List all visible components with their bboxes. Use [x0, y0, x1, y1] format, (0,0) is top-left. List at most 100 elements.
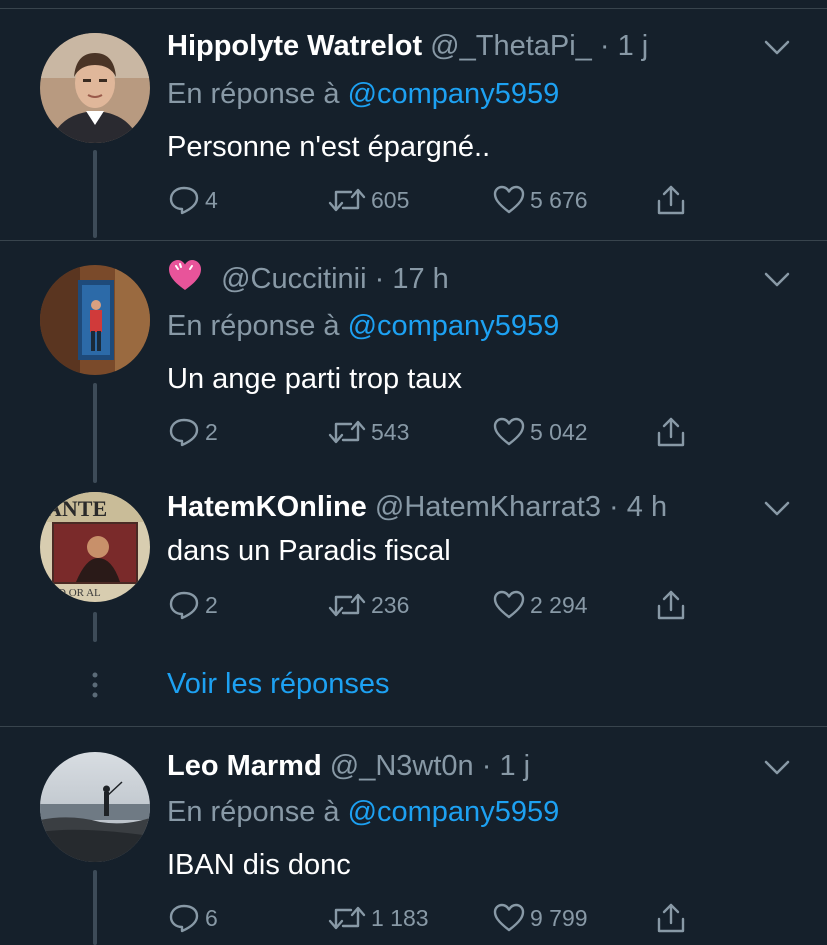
chevron-down-icon[interactable] — [762, 270, 792, 290]
tweet-text: dans un Paradis fiscal — [167, 535, 451, 567]
tweet-actions: 4 605 5 676 — [167, 183, 707, 217]
separator-dot: · — [481, 750, 492, 782]
timestamp[interactable]: 4 h — [627, 491, 667, 523]
retweet-icon — [328, 188, 366, 212]
share-icon — [657, 903, 685, 933]
reply-context: En réponse à @company5959 — [167, 74, 559, 114]
like-button[interactable]: 5 042 — [492, 415, 588, 449]
reply-prefix: En réponse à — [167, 78, 340, 110]
user-handle[interactable]: @Cuccitinii — [221, 263, 366, 295]
more-dots-icon — [92, 672, 98, 698]
thread-line — [93, 612, 97, 642]
separator-dot: · — [599, 30, 610, 62]
tweet-header: Hippolyte Watrelot @_ThetaPi_ · 1 j — [167, 26, 648, 66]
retweet-button[interactable]: 543 — [327, 415, 409, 449]
reply-context: En réponse à @company5959 — [167, 792, 559, 832]
tweet-text: IBAN dis donc — [167, 849, 351, 881]
timestamp[interactable]: 17 h — [392, 263, 448, 295]
retweet-button[interactable]: 605 — [327, 183, 409, 217]
tweet-text: Un ange parti trop taux — [167, 363, 463, 395]
like-count: 9 799 — [530, 904, 588, 931]
like-button[interactable]: 5 676 — [492, 183, 588, 217]
share-icon — [657, 590, 685, 620]
timestamp[interactable]: 1 j — [499, 750, 530, 782]
reply-icon — [169, 186, 199, 215]
share-button[interactable] — [654, 415, 692, 449]
mention-link[interactable]: @company5959 — [348, 796, 560, 828]
retweet-count: 236 — [371, 591, 410, 618]
tweet-actions: 2 543 5 042 — [167, 415, 707, 449]
retweet-icon — [328, 420, 366, 444]
tweet-divider — [0, 240, 827, 241]
reply-icon — [169, 591, 199, 620]
like-count: 5 676 — [530, 186, 588, 213]
svg-text:ANTE: ANTE — [46, 496, 107, 521]
tweet-actions: 2 236 2 294 — [167, 588, 707, 622]
thread-line — [93, 383, 97, 483]
mention-link[interactable]: @company5959 — [348, 310, 560, 342]
reply-button[interactable]: 2 — [167, 588, 218, 622]
reply-prefix: En réponse à — [167, 796, 340, 828]
display-name[interactable]: Leo Marmd — [167, 750, 322, 782]
share-button[interactable] — [654, 183, 692, 217]
like-button[interactable]: 9 799 — [492, 901, 588, 935]
retweet-count: 543 — [371, 418, 410, 445]
tweet-text: Personne n'est épargné.. — [167, 131, 491, 163]
user-handle[interactable]: @HatemKharrat3 — [375, 491, 601, 523]
thread-line — [93, 870, 97, 945]
chevron-down-icon[interactable] — [762, 499, 792, 519]
heart-icon — [493, 903, 525, 932]
heart-icon — [493, 185, 525, 214]
display-name[interactable]: Hippolyte Watrelot — [167, 30, 422, 62]
reply-count: 2 — [205, 418, 218, 445]
avatar[interactable]: ANTE D OR AL — [40, 492, 150, 602]
retweet-button[interactable]: 236 — [327, 588, 409, 622]
tweet-header: Leo Marmd @_N3wt0n · 1 j — [167, 746, 530, 786]
heart-icon — [493, 590, 525, 619]
separator-dot: · — [374, 263, 385, 296]
like-button[interactable]: 2 294 — [492, 588, 588, 622]
reply-icon — [169, 904, 199, 933]
user-handle[interactable]: @_ThetaPi_ — [430, 30, 592, 62]
heart-emoji-icon — [167, 258, 203, 303]
thread-line — [93, 150, 97, 238]
like-count: 2 294 — [530, 591, 588, 618]
show-replies-link[interactable]: Voir les réponses — [167, 664, 389, 704]
retweet-count: 605 — [371, 186, 410, 213]
tweet-header: @Cuccitinii · 17 h — [167, 258, 449, 298]
retweet-icon — [328, 593, 366, 617]
like-count: 5 042 — [530, 418, 588, 445]
timestamp[interactable]: 1 j — [618, 30, 649, 62]
reply-count: 4 — [205, 186, 218, 213]
share-icon — [657, 185, 685, 215]
share-button[interactable] — [654, 588, 692, 622]
user-handle[interactable]: @_N3wt0n — [330, 750, 474, 782]
tweet-header: HatemKOnline @HatemKharrat3 · 4 h — [167, 487, 667, 527]
reply-button[interactable]: 6 — [167, 901, 218, 935]
chevron-down-icon[interactable] — [762, 38, 792, 58]
reply-context: En réponse à @company5959 — [167, 306, 559, 346]
share-icon — [657, 417, 685, 447]
mention-link[interactable]: @company5959 — [348, 78, 560, 110]
chevron-down-icon[interactable] — [762, 758, 792, 778]
reply-icon — [169, 418, 199, 447]
reply-button[interactable]: 2 — [167, 415, 218, 449]
display-name[interactable]: HatemKOnline — [167, 491, 367, 523]
reply-count: 6 — [205, 904, 218, 931]
svg-text:D OR AL: D OR AL — [58, 587, 101, 599]
reply-prefix: En réponse à — [167, 310, 340, 342]
retweet-button[interactable]: 1 183 — [327, 901, 429, 935]
retweet-icon — [328, 906, 366, 930]
tweet-actions: 6 1 183 9 799 — [167, 901, 707, 935]
separator-dot: · — [609, 491, 619, 523]
avatar[interactable] — [40, 33, 150, 143]
tweet-divider — [0, 726, 827, 727]
share-button[interactable] — [654, 901, 692, 935]
top-divider — [0, 8, 827, 9]
retweet-count: 1 183 — [371, 904, 429, 931]
avatar[interactable] — [40, 265, 150, 375]
avatar[interactable] — [40, 752, 150, 862]
reply-count: 2 — [205, 591, 218, 618]
heart-icon — [493, 417, 525, 446]
reply-button[interactable]: 4 — [167, 183, 218, 217]
